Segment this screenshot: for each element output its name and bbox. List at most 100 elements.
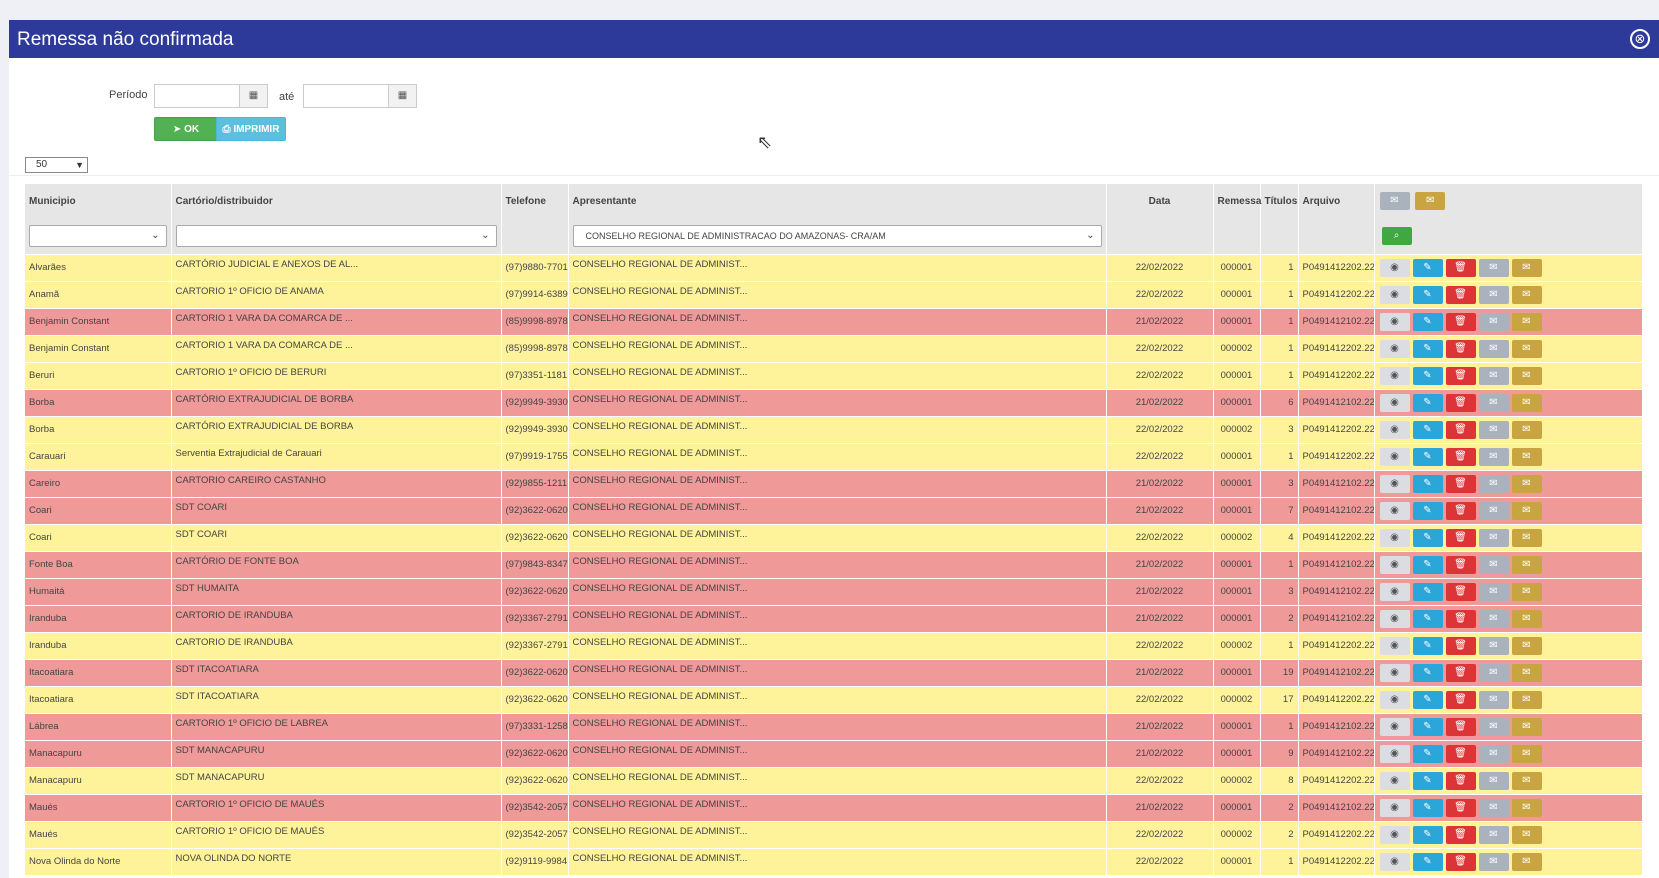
trash-icon[interactable]: 🗑 [1445, 258, 1476, 277]
envelope-icon[interactable]: ✉ [1478, 825, 1509, 844]
envelope-icon[interactable]: ✉ [1478, 258, 1509, 277]
envelope-icon[interactable]: ✉ [1478, 582, 1509, 601]
trash-icon[interactable]: 🗑 [1445, 312, 1476, 331]
envelope-send-icon[interactable]: ✉ [1511, 798, 1542, 817]
eye-icon[interactable]: ◉ [1379, 771, 1410, 790]
eye-icon[interactable]: ◉ [1379, 420, 1410, 439]
date-to-input[interactable]: ▦ [303, 84, 417, 108]
trash-icon[interactable]: 🗑 [1445, 825, 1476, 844]
col-cartorio[interactable]: Cartório/distribuidor [171, 184, 502, 218]
page-size-select[interactable]: 50 ▼ [25, 157, 88, 173]
envelope-send-icon[interactable]: ✉ [1511, 366, 1542, 385]
trash-icon[interactable]: 🗑 [1445, 447, 1476, 466]
envelope-icon[interactable]: ✉ [1478, 690, 1509, 709]
envelope-icon[interactable]: ✉ [1478, 312, 1509, 331]
trash-icon[interactable]: 🗑 [1445, 636, 1476, 655]
envelope-send-icon[interactable]: ✉ [1511, 663, 1542, 682]
envelope-send-icon[interactable]: ✉ [1511, 636, 1542, 655]
eye-icon[interactable]: ◉ [1379, 609, 1410, 628]
trash-icon[interactable]: 🗑 [1445, 717, 1476, 736]
envelope-send-icon[interactable]: ✉ [1511, 582, 1542, 601]
trash-icon[interactable]: 🗑 [1445, 582, 1476, 601]
envelope-send-icon[interactable]: ✉ [1511, 501, 1542, 520]
trash-icon[interactable]: 🗑 [1445, 771, 1476, 790]
edit-icon[interactable]: ✎ [1412, 420, 1443, 439]
edit-icon[interactable]: ✎ [1412, 771, 1443, 790]
envelope-icon[interactable]: ✉ [1478, 555, 1509, 574]
envelope-send-icon[interactable]: ✉ [1415, 192, 1446, 210]
edit-icon[interactable]: ✎ [1412, 717, 1443, 736]
envelope-send-icon[interactable]: ✉ [1511, 771, 1542, 790]
envelope-send-icon[interactable]: ✉ [1511, 258, 1542, 277]
trash-icon[interactable]: 🗑 [1445, 285, 1476, 304]
envelope-send-icon[interactable]: ✉ [1511, 447, 1542, 466]
search-icon[interactable]: ⌕ [1381, 226, 1412, 245]
col-remessa[interactable]: Remessa [1213, 184, 1261, 218]
envelope-send-icon[interactable]: ✉ [1511, 312, 1542, 331]
eye-icon[interactable]: ◉ [1379, 663, 1410, 682]
edit-icon[interactable]: ✎ [1412, 582, 1443, 601]
envelope-icon[interactable]: ✉ [1478, 339, 1509, 358]
eye-icon[interactable]: ◉ [1379, 852, 1410, 871]
envelope-icon[interactable]: ✉ [1478, 528, 1509, 547]
eye-icon[interactable]: ◉ [1379, 474, 1410, 493]
envelope-icon[interactable]: ✉ [1478, 636, 1509, 655]
edit-icon[interactable]: ✎ [1412, 447, 1443, 466]
eye-icon[interactable]: ◉ [1379, 501, 1410, 520]
col-municipio[interactable]: Municipio [25, 184, 172, 218]
envelope-icon[interactable]: ✉ [1478, 420, 1509, 439]
trash-icon[interactable]: 🗑 [1445, 474, 1476, 493]
trash-icon[interactable]: 🗑 [1445, 744, 1476, 763]
trash-icon[interactable]: 🗑 [1445, 609, 1476, 628]
edit-icon[interactable]: ✎ [1412, 690, 1443, 709]
col-data[interactable]: Data [1106, 184, 1214, 218]
eye-icon[interactable]: ◉ [1379, 582, 1410, 601]
edit-icon[interactable]: ✎ [1412, 312, 1443, 331]
envelope-send-icon[interactable]: ✉ [1511, 339, 1542, 358]
envelope-icon[interactable]: ✉ [1478, 852, 1509, 871]
eye-icon[interactable]: ◉ [1379, 825, 1410, 844]
envelope-send-icon[interactable]: ✉ [1511, 717, 1542, 736]
trash-icon[interactable]: 🗑 [1445, 852, 1476, 871]
envelope-send-icon[interactable]: ✉ [1511, 852, 1542, 871]
envelope-icon[interactable]: ✉ [1478, 447, 1509, 466]
envelope-send-icon[interactable]: ✉ [1511, 285, 1542, 304]
edit-icon[interactable]: ✎ [1412, 798, 1443, 817]
envelope-send-icon[interactable]: ✉ [1511, 474, 1542, 493]
calendar-icon[interactable]: ▦ [388, 85, 416, 107]
trash-icon[interactable]: 🗑 [1445, 555, 1476, 574]
eye-icon[interactable]: ◉ [1379, 366, 1410, 385]
envelope-send-icon[interactable]: ✉ [1511, 825, 1542, 844]
eye-icon[interactable]: ◉ [1379, 717, 1410, 736]
edit-icon[interactable]: ✎ [1412, 663, 1443, 682]
envelope-icon[interactable]: ✉ [1379, 192, 1410, 210]
edit-icon[interactable]: ✎ [1412, 366, 1443, 385]
trash-icon[interactable]: 🗑 [1445, 339, 1476, 358]
print-button[interactable]: ⎙ IMPRIMIR [216, 117, 286, 141]
eye-icon[interactable]: ◉ [1379, 798, 1410, 817]
envelope-icon[interactable]: ✉ [1478, 393, 1509, 412]
envelope-send-icon[interactable]: ✉ [1511, 744, 1542, 763]
trash-icon[interactable]: 🗑 [1445, 501, 1476, 520]
edit-icon[interactable]: ✎ [1412, 501, 1443, 520]
eye-icon[interactable]: ◉ [1379, 555, 1410, 574]
envelope-send-icon[interactable]: ✉ [1511, 393, 1542, 412]
envelope-icon[interactable]: ✉ [1478, 771, 1509, 790]
eye-icon[interactable]: ◉ [1379, 744, 1410, 763]
date-from-input[interactable]: ▦ [154, 84, 268, 108]
edit-icon[interactable]: ✎ [1412, 258, 1443, 277]
eye-icon[interactable]: ◉ [1379, 447, 1410, 466]
envelope-send-icon[interactable]: ✉ [1511, 555, 1542, 574]
eye-icon[interactable]: ◉ [1379, 636, 1410, 655]
cartorio-filter-select[interactable]: ⌄ [175, 224, 497, 247]
eye-icon[interactable]: ◉ [1379, 285, 1410, 304]
edit-icon[interactable]: ✎ [1412, 825, 1443, 844]
close-icon[interactable]: ⊗ [1630, 29, 1650, 49]
edit-icon[interactable]: ✎ [1412, 744, 1443, 763]
eye-icon[interactable]: ◉ [1379, 258, 1410, 277]
edit-icon[interactable]: ✎ [1412, 528, 1443, 547]
envelope-icon[interactable]: ✉ [1478, 285, 1509, 304]
col-arquivo[interactable]: Arquivo [1298, 184, 1375, 218]
envelope-icon[interactable]: ✉ [1478, 474, 1509, 493]
trash-icon[interactable]: 🗑 [1445, 366, 1476, 385]
